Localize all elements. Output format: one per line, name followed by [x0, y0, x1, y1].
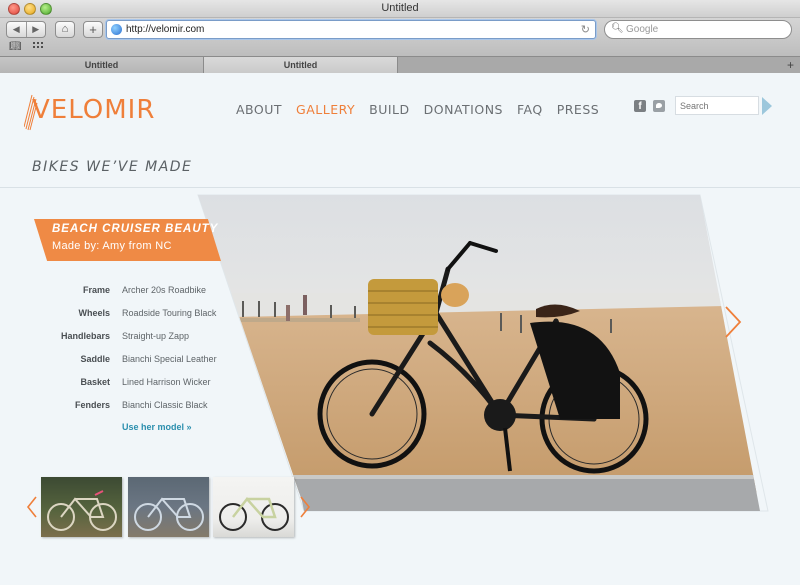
spec-label: Wheels — [78, 308, 110, 318]
browser-toolbar: ◀ ▶ ⌂ + http://velomir.com ↻ 🔍︎ Google 📖… — [0, 18, 800, 56]
spec-label: Basket — [80, 377, 110, 387]
thumbs-next-chevron-icon[interactable] — [299, 496, 311, 518]
spec-row: Saddle Bianchi Special Leather — [40, 354, 240, 377]
thumbnail-bike-2[interactable] — [128, 477, 209, 537]
spec-value: Roadside Touring Black — [122, 308, 217, 318]
thumbs-prev-chevron-icon[interactable] — [26, 496, 38, 518]
url-text: http://velomir.com — [126, 24, 205, 35]
spec-row: Basket Lined Harrison Wicker — [40, 377, 240, 400]
spec-label: Saddle — [80, 354, 110, 364]
spec-value: Straight-up Zapp — [122, 331, 190, 341]
bike-name: BEACH CRUISER BEAUTY — [52, 223, 219, 235]
thumbnail-bike-3[interactable] — [213, 477, 294, 537]
spec-row: Handlebars Straight-up Zapp — [40, 331, 240, 354]
tab-1[interactable]: Untitled — [0, 57, 204, 74]
globe-icon — [111, 24, 122, 35]
top-sites-grid-icon[interactable] — [32, 41, 43, 50]
spec-label: Handlebars — [60, 331, 110, 341]
spec-label: Fenders — [74, 400, 110, 410]
spec-value: Archer 20s Roadbike — [122, 285, 207, 295]
window-titlebar: Untitled — [0, 0, 800, 18]
bookmarks-book-icon[interactable]: 📖︎ — [9, 41, 22, 52]
spec-row: Fenders Bianchi Classic Black — [40, 400, 240, 423]
browser-search-field[interactable]: 🔍︎ Google — [604, 20, 792, 39]
web-page: VELOMIR ABOUT GALLERY BUILD DONATIONS FA… — [0, 73, 800, 585]
spec-row: Frame Archer 20s Roadbike — [40, 285, 240, 308]
history-buttons: ◀ ▶ — [6, 21, 46, 38]
thumbnail-bike-3-image — [219, 497, 289, 531]
bike-specs: Frame Archer 20s Roadbike Wheels Roadsid… — [40, 285, 240, 423]
browser-search-placeholder: Google — [626, 24, 659, 35]
thumbnail-bike-2-image — [134, 497, 204, 531]
tab-bar: Untitled Untitled + — [0, 56, 800, 74]
next-bike-chevron-icon[interactable] — [724, 305, 742, 339]
magnifier-icon: 🔍︎ — [611, 23, 624, 34]
add-bookmark-button[interactable]: + — [83, 21, 103, 38]
spec-value: Lined Harrison Wicker — [122, 377, 211, 387]
spec-label: Frame — [82, 285, 110, 295]
spec-value: Bianchi Classic Black — [122, 400, 208, 410]
thumbnail-bike-1-image — [47, 490, 117, 531]
spec-row: Wheels Roadside Touring Black — [40, 308, 240, 331]
thumbnail-bike-1[interactable] — [41, 477, 122, 537]
home-button[interactable]: ⌂ — [55, 21, 75, 38]
forward-button[interactable]: ▶ — [25, 22, 46, 37]
back-button[interactable]: ◀ — [7, 22, 26, 37]
tab-2[interactable]: Untitled — [204, 57, 398, 74]
reload-icon[interactable]: ↻ — [581, 23, 590, 36]
address-bar[interactable]: http://velomir.com ↻ — [106, 20, 596, 39]
window-title: Untitled — [381, 2, 419, 14]
bike-maker: Made by: Amy from NC — [52, 240, 172, 252]
spec-value: Bianchi Special Leather — [122, 354, 217, 364]
new-tab-button[interactable]: + — [787, 57, 794, 73]
use-model-link[interactable]: Use her model » — [122, 422, 192, 432]
